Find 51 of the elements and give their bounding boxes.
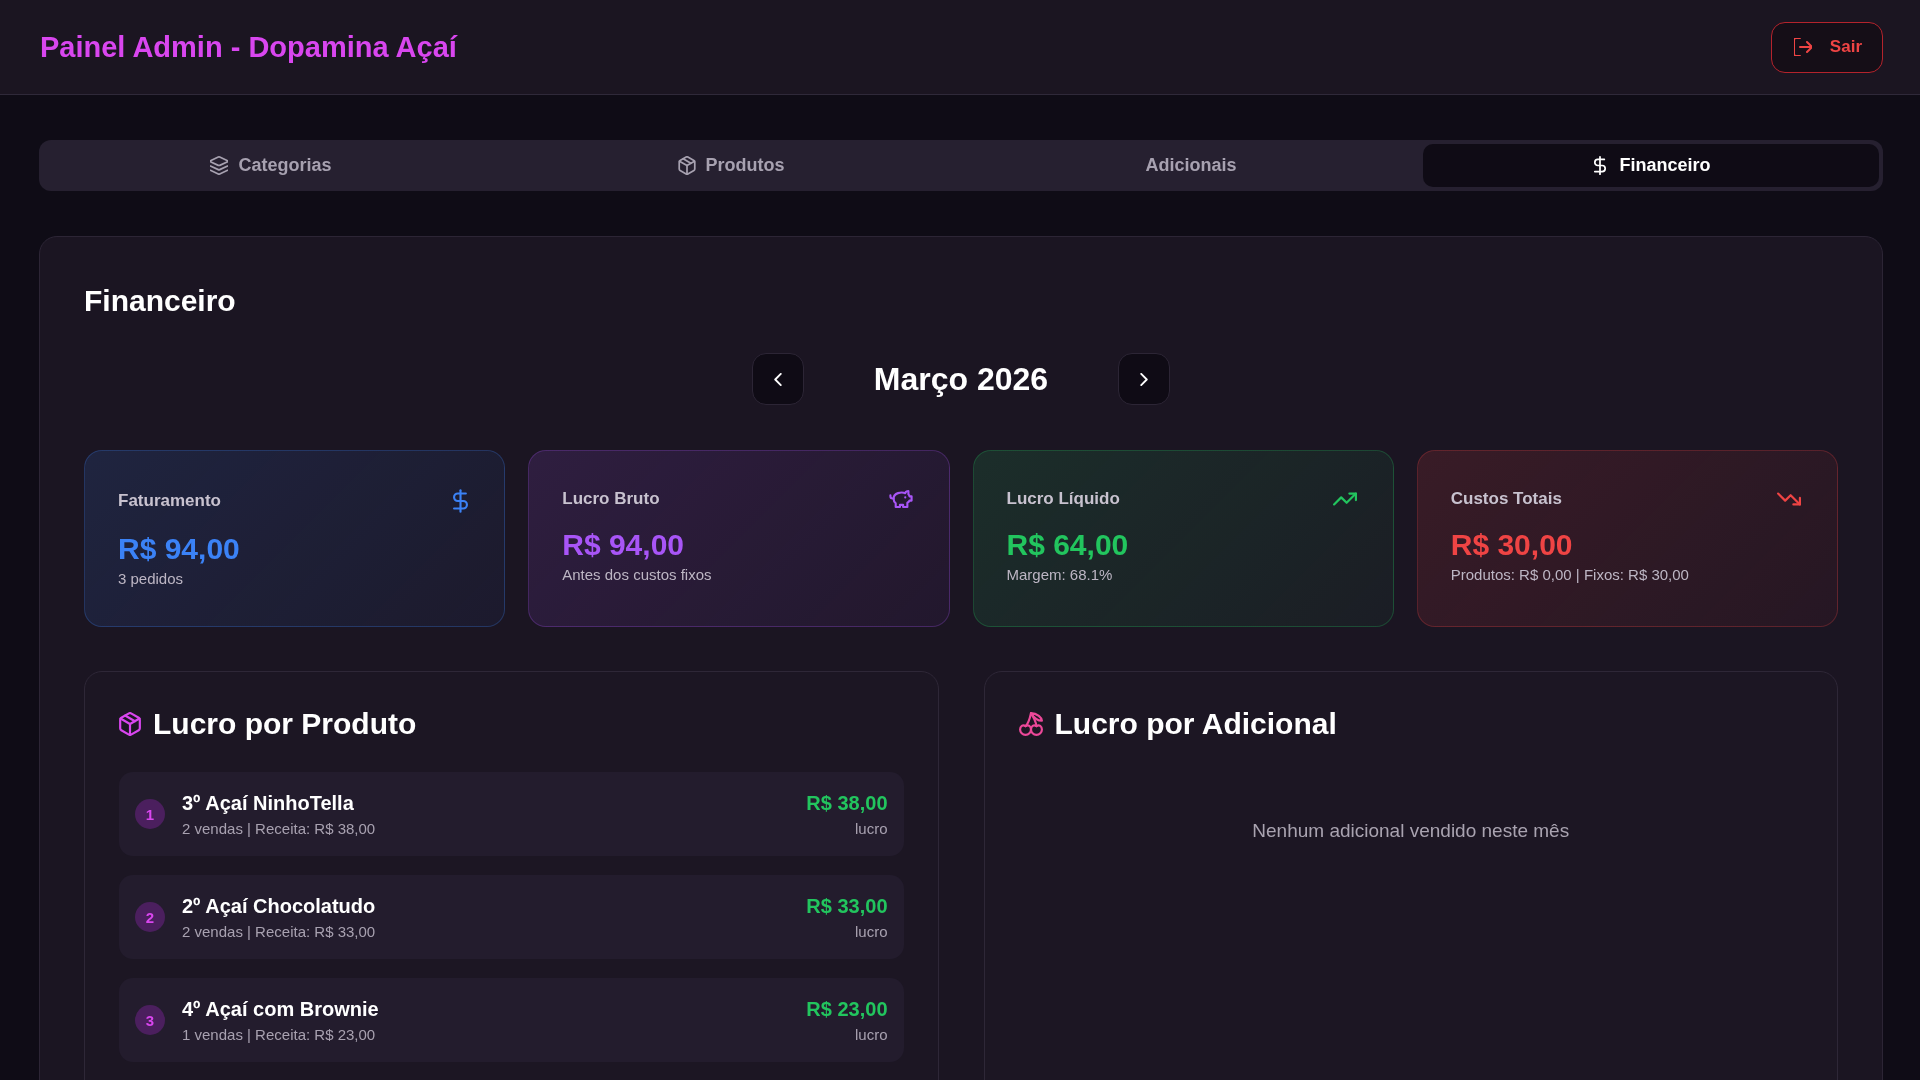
empty-message: Nenhum adicional vendido neste mês xyxy=(1251,820,1571,842)
rank-badge: 3 xyxy=(135,1005,165,1035)
profit-label: lucro xyxy=(855,1025,888,1043)
stat-note: 3 pedidos xyxy=(118,570,185,587)
cherry-icon xyxy=(1018,712,1043,736)
section-heading: Financeiro xyxy=(84,283,237,319)
month-label: Março 2026 xyxy=(873,360,1049,398)
chevron-right-icon xyxy=(1140,372,1149,386)
tab[interactable]: Categorias xyxy=(43,144,499,187)
tab[interactable]: Financeiro xyxy=(1423,144,1879,187)
product-name: 2º Açaí Chocolatudo xyxy=(182,894,376,918)
stat-value: R$ 94,00 xyxy=(118,531,241,567)
stat-note: Antes dos custos fixos xyxy=(562,566,713,583)
profit-value: R$ 23,00 xyxy=(806,997,888,1021)
rank-badge: 2 xyxy=(135,902,165,932)
page-title: Painel Admin - Dopamina Açaí xyxy=(40,30,457,64)
stat-value: R$ 94,00 xyxy=(562,527,685,563)
previous-month-button[interactable] xyxy=(751,353,804,405)
stat-label: Custos Totais xyxy=(1450,489,1562,509)
profit-value: R$ 38,00 xyxy=(806,791,888,815)
trending-up-icon xyxy=(1332,490,1357,508)
rank-badge: 1 xyxy=(135,799,165,829)
stat-note: Produtos: R$ 0,00 | Fixos: R$ 30,00 xyxy=(1450,566,1690,583)
tab[interactable]: Produtos xyxy=(503,144,959,187)
piggy-bank-icon xyxy=(888,490,913,508)
stat-label: Faturamento xyxy=(118,491,221,511)
stat-label: Lucro Bruto xyxy=(562,489,660,509)
product-detail: 1 vendas | Receita: R$ 23,00 xyxy=(182,1025,376,1043)
product-detail: 2 vendas | Receita: R$ 33,00 xyxy=(182,922,376,940)
cube-icon xyxy=(119,712,141,736)
profit-label: lucro xyxy=(855,922,888,940)
panel-heading: Lucro por Adicional xyxy=(1054,707,1337,741)
stat-note: Margem: 68.1% xyxy=(1006,566,1114,583)
next-month-button[interactable] xyxy=(1118,353,1171,405)
trending-down-icon xyxy=(1777,490,1801,508)
logout-button[interactable]: Sair xyxy=(1770,21,1883,73)
layers-icon xyxy=(210,156,229,175)
profit-label: lucro xyxy=(855,819,888,837)
stat-value: R$ 64,00 xyxy=(1006,527,1130,563)
cube-icon xyxy=(677,156,696,175)
product-name: 3º Açaí NinhoTella xyxy=(182,791,354,815)
profit-value: R$ 33,00 xyxy=(806,894,888,918)
tab[interactable]: Adicionais xyxy=(963,144,1419,187)
dollar-icon xyxy=(453,489,469,513)
stat-label: Lucro Líquido xyxy=(1006,489,1120,509)
stat-value: R$ 30,00 xyxy=(1450,527,1574,563)
logout-icon xyxy=(1793,38,1812,56)
product-name: 4º Açaí com Brownie xyxy=(182,997,379,1021)
product-detail: 2 vendas | Receita: R$ 38,00 xyxy=(182,819,376,837)
chevron-left-icon xyxy=(773,372,782,386)
panel-heading: Lucro por Produto xyxy=(153,707,417,741)
